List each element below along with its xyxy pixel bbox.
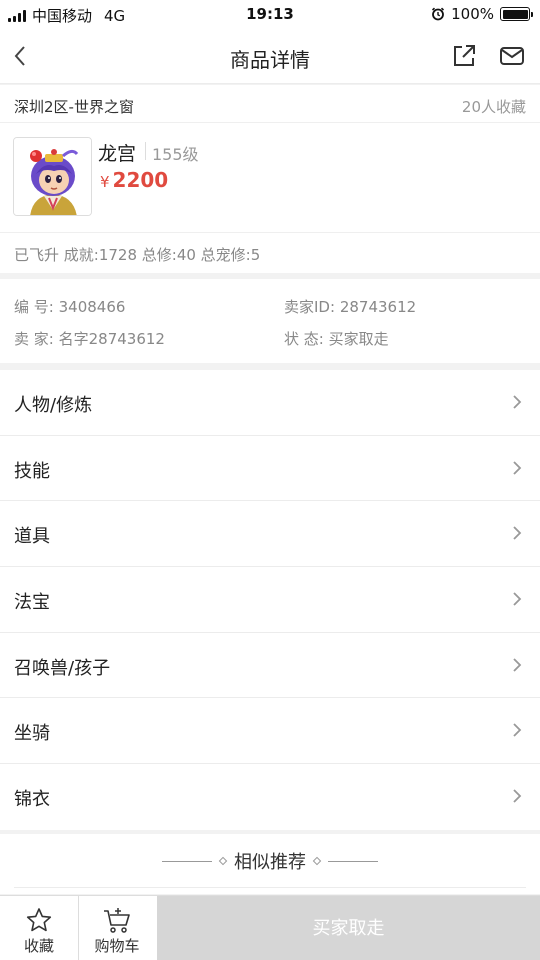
buy-button[interactable]: 买家取走 [157,896,540,960]
role-name: 龙宫 [98,143,137,165]
listing-status: 状 态: 买家取走 [284,328,389,349]
chevron-right-icon [513,723,522,738]
divider [0,232,540,233]
chevron-right-icon [513,461,522,475]
cart-button[interactable]: 购物车 [78,896,156,960]
listing-id-label: 编 号: [14,298,54,316]
battery-percent: 100% [451,5,494,23]
divider [328,860,378,862]
favorite-button[interactable]: 收藏 [0,896,78,960]
chevron-right-icon [513,526,522,541]
listing-id-value: 3408466 [58,298,126,316]
menu-item-items[interactable]: 道具 [0,501,540,568]
chevron-right-icon [513,395,522,409]
nav-bar: 商品详情 [0,28,540,84]
currency-symbol: ¥ [100,173,110,191]
chevron-right-icon [513,789,522,803]
menu-item-treasures[interactable]: 法宝 [0,567,540,633]
status-bar: 中国移动 4G 19:13 100% [0,0,540,28]
menu-item-label: 技能 [14,460,50,482]
listing-info: 编 号: 3408466 卖家ID: 28743612 卖 家: 名字28743… [0,279,540,363]
server-name: 深圳2区-世界之窗 [14,98,134,116]
listing-id: 编 号: 3408466 [14,296,125,317]
chevron-right-icon [513,592,522,606]
bottom-action-bar: 收藏 购物车 买家取走 [0,895,540,960]
similar-section: 相似推荐 [0,834,540,894]
price-value: 2200 [112,168,169,192]
cart-label: 购物车 [94,937,140,955]
seller: 卖 家: 名字28743612 [14,328,165,349]
menu-item-label: 召唤兽/孩子 [14,657,111,679]
diamond-icon [218,856,228,866]
menu-item-character[interactable]: 人物/修炼 [0,370,540,436]
star-icon [26,908,52,932]
role-avatar [13,137,92,216]
similar-header: 相似推荐 [0,848,540,874]
role-stats: 已飞升 成就:1728 总修:40 总宠修:5 [14,246,261,264]
seller-id: 卖家ID: 28743612 [284,296,416,317]
divider [145,142,146,160]
similar-title: 相似推荐 [234,852,306,873]
cart-icon [104,908,130,933]
chevron-right-icon [513,658,522,672]
menu-item-summons[interactable]: 召唤兽/孩子 [0,633,540,699]
battery-icon [500,7,533,21]
favorite-count: 20人收藏 [461,98,526,116]
status-right: 100% [431,5,533,23]
menu-item-label: 人物/修炼 [14,395,93,416]
seller-label: 卖 家: [14,330,54,348]
server-row: 深圳2区-世界之窗 20人收藏 [0,85,540,123]
seller-value: 名字28743612 [58,330,165,348]
menu-item-skills[interactable]: 技能 [0,436,540,502]
menu-item-outfits[interactable]: 锦衣 [0,764,540,830]
alarm-clock-icon [432,7,445,21]
divider [162,860,212,862]
seller-id-label: 卖家ID: [284,298,336,316]
status-label: 状 态: [284,330,324,348]
mail-icon[interactable] [498,42,526,70]
favorite-label: 收藏 [23,937,54,955]
share-icon[interactable] [450,42,478,70]
diamond-icon [312,856,322,866]
character-portrait [14,138,91,215]
price: ¥2200 [100,168,168,192]
menu-item-label: 道具 [14,526,50,548]
divider [14,887,526,888]
menu-item-label: 法宝 [14,592,50,614]
role-card: 龙宫 155级 ¥2200 已飞升 成就:1728 总修:40 总宠修:5 [0,123,540,273]
menu-item-mounts[interactable]: 坐骑 [0,698,540,765]
seller-id-value: 28743612 [339,298,417,316]
detail-menu: 人物/修炼 技能 道具 法宝 召唤兽/孩子 坐骑 锦衣 [0,370,540,830]
role-level: 155级 [152,145,199,164]
status-value: 买家取走 [328,330,389,348]
menu-item-label: 坐骑 [14,723,50,745]
menu-item-label: 锦衣 [14,789,50,811]
